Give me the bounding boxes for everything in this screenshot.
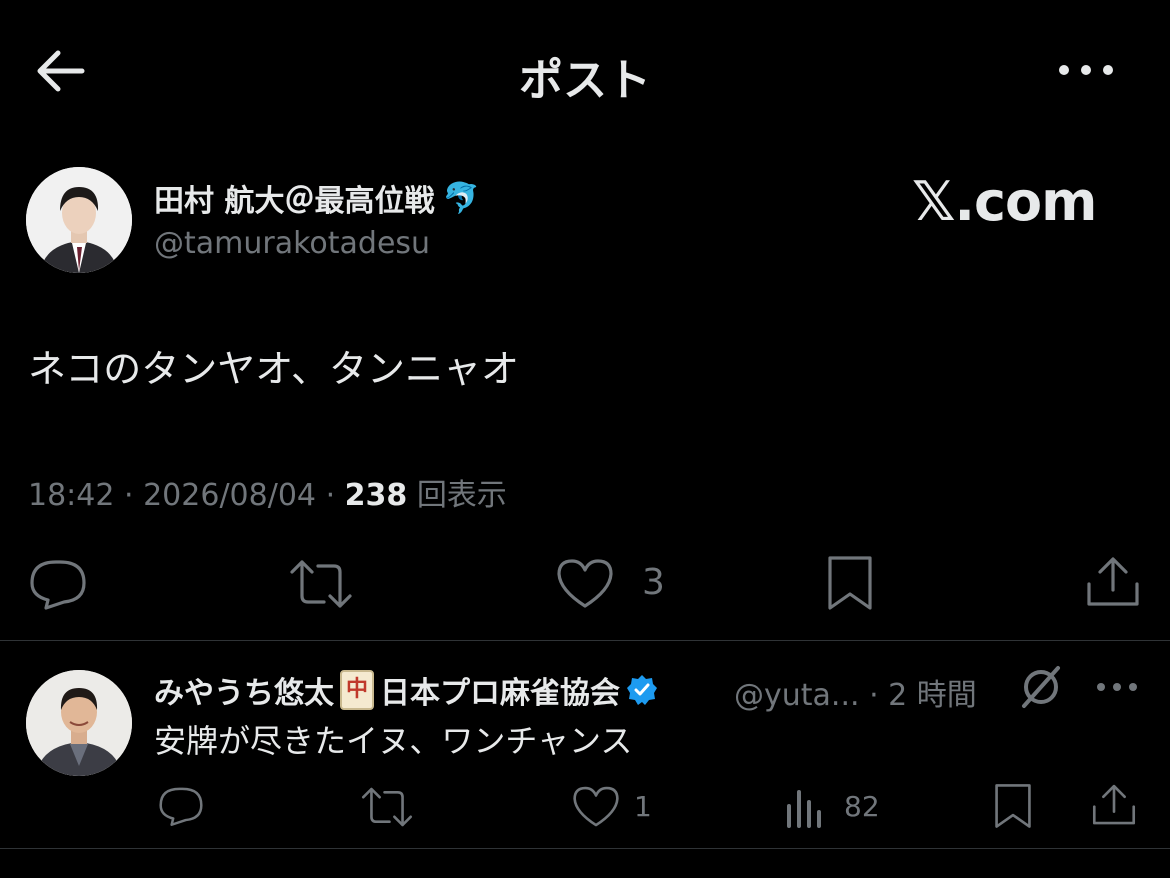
heart-icon — [573, 786, 619, 827]
grok-button[interactable] — [1018, 664, 1064, 710]
bookmark-icon — [995, 784, 1031, 828]
page-title: ポスト — [519, 55, 651, 106]
post-time: 18:42 — [28, 478, 115, 513]
post-date: 2026/08/04 — [143, 478, 317, 513]
reply-name-part1: みやうち悠太 — [154, 676, 334, 711]
author-handle[interactable]: @tamurakotadesu — [154, 226, 430, 261]
reply-icon — [30, 560, 86, 610]
reply-name-part2: 日本プロ麻雀協会 — [380, 676, 620, 711]
post-meta: 18:42 · 2026/08/04 · 238 回表示 — [28, 478, 507, 513]
reply-more-button[interactable] — [1094, 674, 1140, 700]
dolphin-emoji: 🐬 — [442, 180, 480, 216]
repost-icon — [361, 787, 413, 827]
reply-reply-button[interactable] — [156, 784, 206, 828]
share-icon — [1092, 784, 1136, 825]
reply-author-name[interactable]: みやうち悠太 中 日本プロ麻雀協会 — [154, 668, 658, 712]
bookmark-icon — [828, 556, 872, 610]
reply-text: 安牌が尽きたイヌ、ワンチャンス — [154, 722, 633, 760]
reply-button[interactable] — [26, 556, 90, 612]
grok-icon — [1022, 666, 1060, 708]
divider — [0, 640, 1170, 641]
share-button[interactable] — [1084, 554, 1142, 610]
reply-time: 2 時間 — [888, 678, 977, 713]
bar-chart-icon — [787, 790, 821, 828]
divider — [0, 848, 1170, 849]
mahjong-tile-icon: 中 — [340, 670, 374, 710]
verified-badge-icon — [627, 675, 657, 705]
like-button[interactable] — [554, 556, 616, 612]
separator-dot: · — [869, 678, 879, 713]
bookmark-button[interactable] — [822, 554, 878, 612]
repost-icon — [290, 560, 352, 608]
author-avatar[interactable] — [26, 167, 132, 273]
reply-repost-button[interactable] — [360, 784, 414, 830]
x-com-watermark: 𝕏.com — [912, 170, 1097, 233]
heart-icon — [557, 559, 613, 608]
more-horizontal-icon — [1097, 683, 1137, 691]
reply-view-count: 82 — [844, 790, 880, 823]
author-name: 田村 航大＠最高位戦 — [154, 184, 435, 219]
reply-handle-time: @yuta... · 2 時間 — [734, 670, 977, 714]
more-horizontal-icon — [1059, 65, 1113, 75]
post-text: ネコのタンヤオ、タンニャオ — [28, 347, 519, 391]
reply-views-button[interactable] — [784, 786, 828, 828]
like-count: 3 — [642, 562, 665, 603]
reply-like-count: 1 — [634, 790, 652, 823]
views-count: 238 — [344, 478, 408, 513]
reply-like-button[interactable] — [570, 784, 622, 830]
more-options-button[interactable] — [1054, 52, 1118, 88]
views-label: 回表示 — [416, 478, 507, 513]
reply-icon — [159, 787, 203, 826]
reply-handle[interactable]: @yuta... — [734, 678, 860, 713]
reply-avatar[interactable] — [26, 670, 132, 776]
reply-bookmark-button[interactable] — [990, 782, 1036, 830]
share-icon — [1087, 557, 1139, 606]
author-name-row[interactable]: 田村 航大＠最高位戦 🐬 — [154, 176, 480, 220]
reply-share-button[interactable] — [1090, 782, 1138, 828]
repost-button[interactable] — [288, 556, 354, 612]
